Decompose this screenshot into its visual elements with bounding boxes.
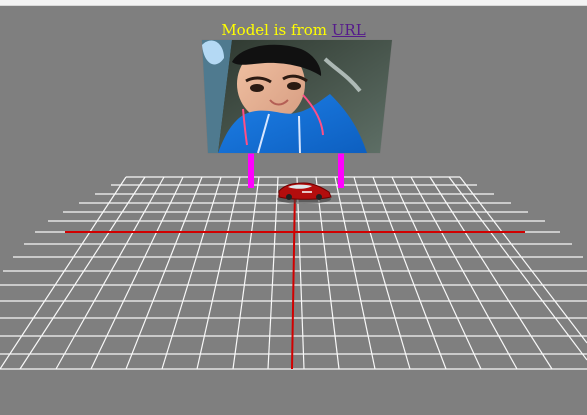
model-caption: Model is from URL [0, 21, 587, 39]
webgl-viewport[interactable]: Model is from URL [0, 0, 587, 415]
caption-text: Model is from [221, 21, 332, 39]
billboard-photo [201, 39, 393, 154]
model-source-link[interactable]: URL [332, 21, 366, 39]
3d-scene[interactable] [0, 0, 587, 415]
